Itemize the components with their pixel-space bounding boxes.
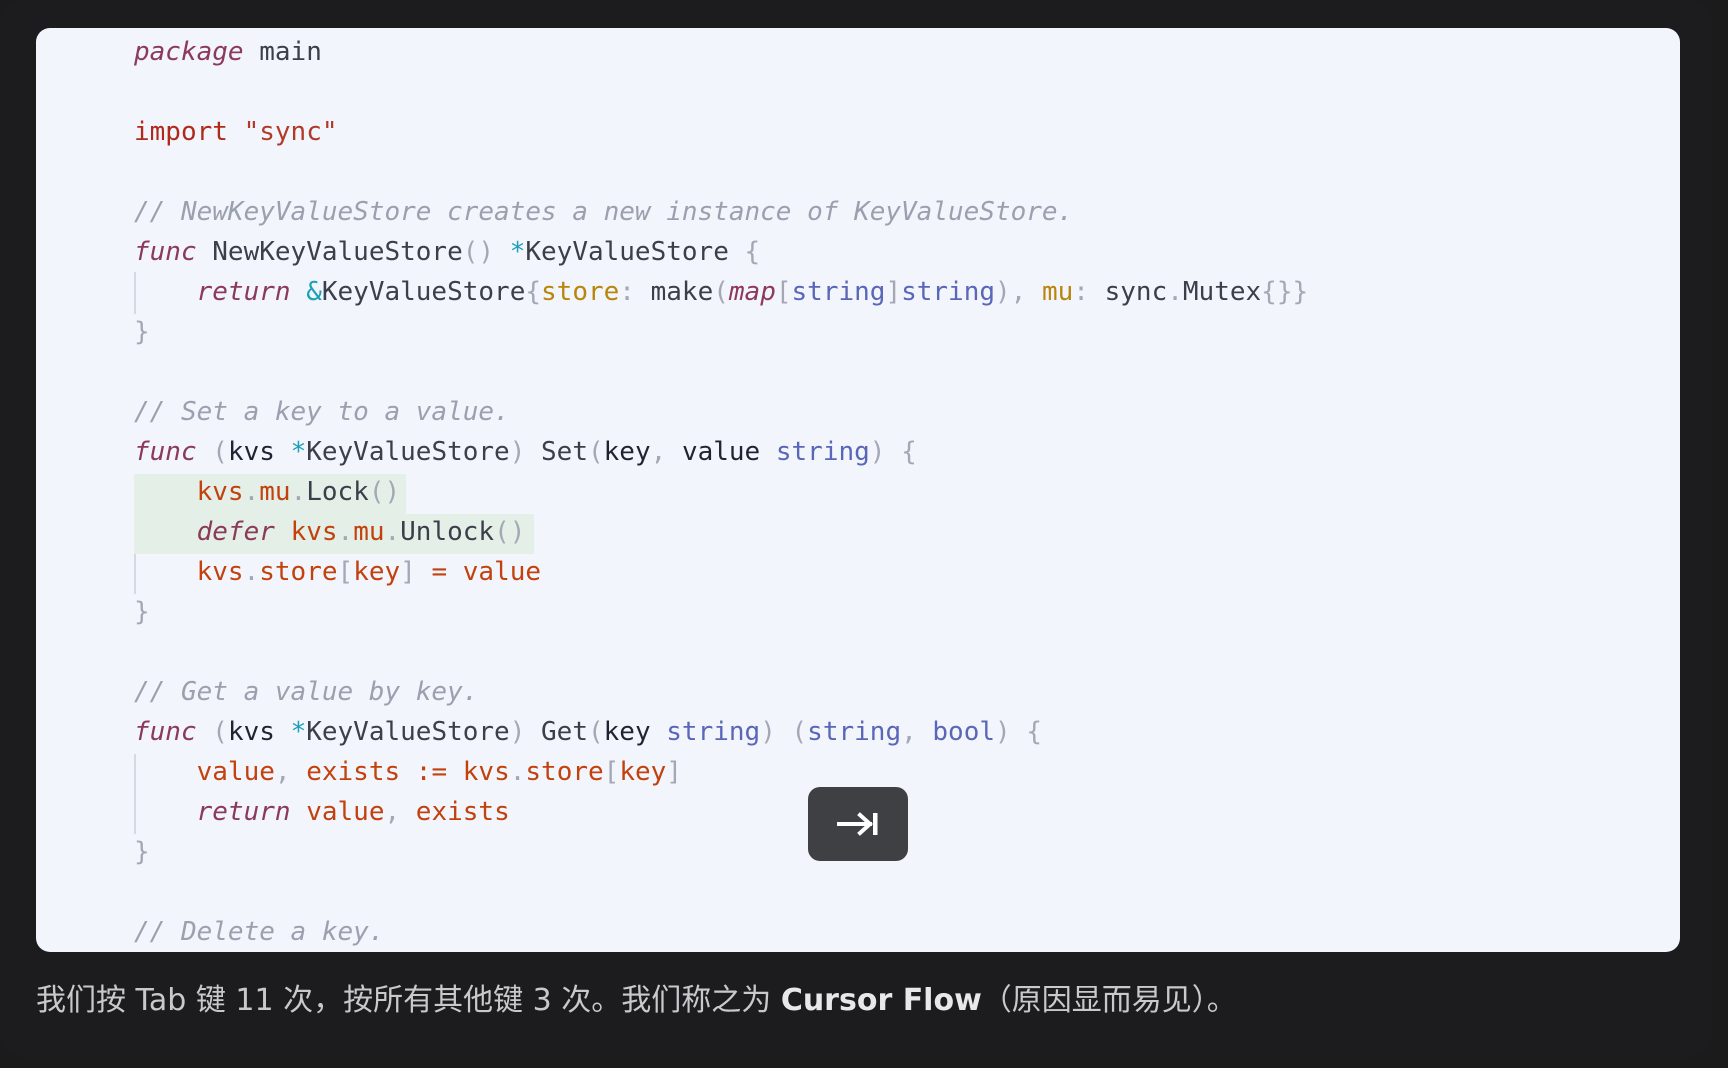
comment-text: // Delete a key. [134, 917, 385, 947]
comment-text: // Set a key to a value. [134, 397, 510, 427]
code-line: package main [134, 32, 322, 72]
caption: 我们按 Tab 键 11 次，按所有其他键 3 次。我们称之为 Cursor F… [36, 976, 1237, 1026]
code-line: value, exists := kvs.store[key] [196, 757, 682, 787]
string-literal: "sync" [227, 117, 338, 147]
code-line: } [134, 597, 150, 627]
code-line: return &KeyValueStore{store: make(map[st… [196, 277, 1309, 307]
code-line: } [134, 317, 150, 347]
code-comment: // NewKeyValueStore creates a new instan… [134, 192, 1073, 232]
identifier: main [243, 37, 322, 67]
code-comment: // Set a key to a value. [134, 392, 510, 432]
tab-arrow-icon [837, 812, 878, 836]
comment-text: // NewKeyValueStore creates a new instan… [134, 197, 1074, 227]
code-line: kvs.store[key] = value [196, 557, 542, 587]
keyword: import [134, 117, 228, 147]
keyword: package [134, 37, 244, 67]
code-line: kvs.mu.Lock() [196, 477, 401, 507]
code-line: func NewKeyValueStore() *KeyValueStore { [134, 237, 761, 267]
window-frame: package main import "sync" // NewKeyValu… [0, 0, 1712, 1058]
code-line: func (kvs *KeyValueStore) Get(key string… [134, 717, 1042, 747]
code-line: } [134, 837, 150, 867]
caption-suffix: （原因显而易见）。 [981, 983, 1237, 1018]
caption-prefix: 我们按 Tab 键 11 次，按所有其他键 3 次。我们称之为 [36, 983, 781, 1018]
code-comment: // Delete a key. [134, 912, 384, 952]
code-comment: // Get a value by key. [134, 672, 478, 712]
code-line: return value, exists [196, 797, 510, 827]
tab-key-button[interactable] [808, 787, 908, 861]
code-line: func (kvs *KeyValueStore) Set(key, value… [134, 437, 917, 467]
code-line: import "sync" [134, 112, 338, 152]
caption-bold: Cursor Flow [780, 983, 982, 1018]
comment-text: // Get a value by key. [134, 677, 479, 707]
code-line: defer kvs.mu.Unlock() [196, 517, 526, 547]
